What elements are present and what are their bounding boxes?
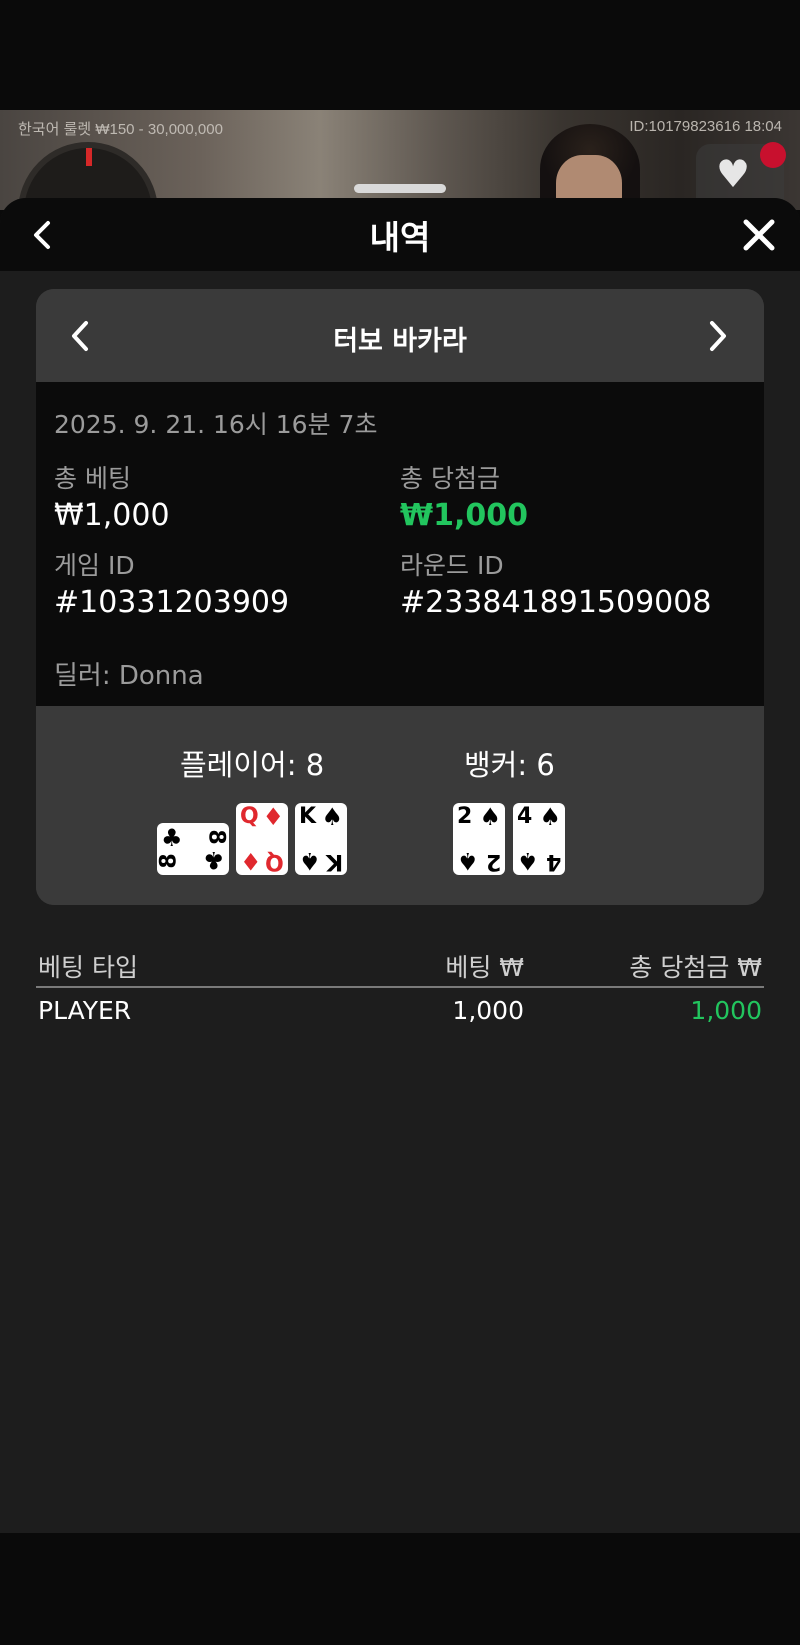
game-nav-bar: 터보 바카라	[36, 289, 764, 382]
card-suit-icon: ♠	[457, 847, 479, 875]
row-bet-amount: 1,000	[452, 996, 524, 1025]
game-id-value: #10331203909	[54, 585, 290, 620]
col-bet-type: 베팅 타입	[38, 953, 138, 982]
bottom-bar	[0, 1533, 800, 1645]
row-total-win: 1,000	[690, 996, 762, 1025]
total-bet-value: ₩1,000	[54, 498, 170, 533]
card-suit-icon: ♦	[240, 847, 262, 875]
dealer-name: 딜러: Donna	[54, 661, 204, 691]
player-card-1: 8 ♣ 8 ♣	[157, 823, 229, 875]
card-rank: K	[325, 849, 343, 874]
heart-icon: ♥	[716, 152, 751, 196]
banker-score: 뱅커: 6	[464, 748, 555, 782]
banker-card-1: 2 ♠ 2 ♠	[453, 803, 505, 875]
banker-card-2: 4 ♠ 4 ♠	[513, 803, 565, 875]
col-total-win: 총 당첨금 ₩	[629, 953, 762, 982]
card-suit-icon: ♠	[321, 803, 343, 831]
game-details: 2025. 9. 21. 16시 16분 7초 총 베팅 ₩1,000 총 당첨…	[36, 382, 764, 706]
game-title: 터보 바카라	[333, 326, 467, 357]
card-suit-icon: ♣	[203, 846, 225, 874]
player-score: 플레이어: 8	[180, 748, 325, 782]
card-rank: Q	[240, 804, 259, 829]
session-id-text: ID:10179823616 18:04	[629, 118, 782, 135]
player-card-2: Q ♦ Q ♦	[236, 803, 288, 875]
card-rank: 2	[485, 849, 501, 874]
card-rank: 8	[157, 853, 182, 869]
bet-table-header: 베팅 타입 베팅 ₩ 총 당첨금 ₩	[36, 944, 764, 988]
game-history-card: 터보 바카라 2025. 9. 21. 16시 16분 7초 총 베팅 ₩1,0…	[36, 289, 764, 905]
notification-dot	[760, 142, 786, 168]
col-bet-amount: 베팅 ₩	[445, 953, 524, 982]
history-sheet: 내역 터보 바카라 2025. 9. 21. 16시 16분 7초 총 베팅 ₩…	[0, 198, 800, 1533]
table-row: PLAYER 1,000 1,000	[36, 988, 764, 1038]
row-bet-type: PLAYER	[38, 996, 132, 1025]
round-id-label: 라운드 ID	[400, 551, 504, 580]
game-limits-text: 한국어 룰렛 ₩150 - 30,000,000	[18, 121, 223, 138]
card-rank: 8	[203, 829, 229, 845]
next-game-icon[interactable]	[704, 319, 730, 353]
round-id-value: #233841891509008	[400, 585, 712, 620]
sheet-drag-handle[interactable]	[354, 184, 446, 193]
card-suit-icon: ♣	[161, 824, 183, 852]
card-suit-icon: ♠	[479, 803, 501, 831]
live-video-background: 한국어 룰렛 ₩150 - 30,000,000 ID:10179823616 …	[0, 110, 800, 210]
bet-table: 베팅 타입 베팅 ₩ 총 당첨금 ₩ PLAYER 1,000 1,000	[36, 944, 764, 1038]
card-rank: 4	[517, 804, 533, 829]
close-icon[interactable]	[742, 218, 776, 252]
card-rank: Q	[265, 849, 284, 874]
game-datetime: 2025. 9. 21. 16시 16분 7초	[54, 410, 378, 439]
card-rank: 4	[545, 849, 561, 874]
card-suit-icon: ♠	[517, 847, 539, 875]
total-win-value: ₩1,000	[400, 498, 528, 533]
total-bet-label: 총 베팅	[54, 464, 131, 493]
card-suit-icon: ♦	[262, 803, 284, 831]
page-title: 내역	[369, 218, 431, 257]
sheet-header: 내역	[0, 198, 800, 271]
hand-result: 플레이어: 8 뱅커: 6 8 ♣ 8 ♣ Q ♦ Q ♦ K ♠ K ♠ 2 ♠ 2 ♠ 4 ♠ 4 ♠	[36, 706, 764, 905]
card-rank: K	[299, 804, 317, 829]
card-suit-icon: ♠	[539, 803, 561, 831]
total-win-label: 총 당첨금	[400, 464, 500, 493]
game-id-label: 게임 ID	[54, 551, 135, 580]
player-card-3: K ♠ K ♠	[295, 803, 347, 875]
card-suit-icon: ♠	[299, 847, 321, 875]
card-rank: 2	[457, 804, 473, 829]
